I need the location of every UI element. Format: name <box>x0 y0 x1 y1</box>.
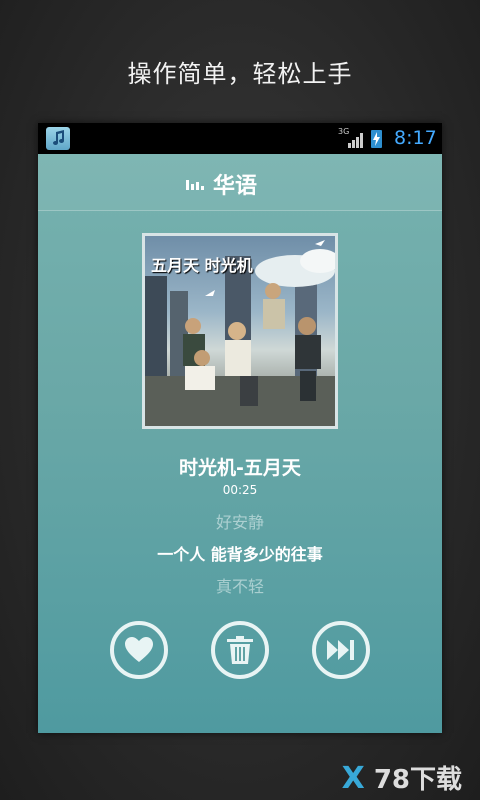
album-art-image: 五月天 时光机 <box>145 236 335 426</box>
promo-screen: 操作简单，轻松上手 3G 8:17 华语 五月天 时光机 时光机-五月天 00:… <box>0 0 480 800</box>
like-button[interactable] <box>110 621 168 679</box>
album-cover-title: 五月天 时光机 <box>151 256 253 275</box>
album-cover: 五月天 时光机 <box>142 233 338 429</box>
heart-icon <box>125 637 153 662</box>
next-track-button[interactable] <box>312 621 370 679</box>
watermark-logo-icon: X <box>341 761 365 796</box>
phone-screen: 3G 8:17 华语 五月天 时光机 时光机-五月天 00:25 好安静 一个人… <box>38 123 442 733</box>
watermark-text: 78下载 <box>373 765 462 795</box>
channel-title[interactable]: 华语 <box>213 168 257 200</box>
battery-icon <box>371 130 382 148</box>
channel-header: 华语 <box>38 154 442 211</box>
music-app-icon <box>46 127 70 150</box>
skip-next-icon <box>327 640 354 660</box>
elapsed-time: 00:25 <box>222 483 258 497</box>
status-bar: 3G 8:17 <box>38 123 442 154</box>
site-watermark: X 78下载 <box>342 759 462 796</box>
promo-caption: 操作简单，轻松上手 <box>127 60 353 88</box>
song-title: 时光机-五月天 <box>179 457 301 479</box>
trash-icon <box>227 636 253 664</box>
lyric-previous: 好安静 <box>215 513 264 532</box>
status-clock: 8:17 <box>394 127 437 149</box>
lyric-next: 真不轻 <box>215 577 264 596</box>
signal-icon <box>348 133 363 148</box>
equalizer-icon <box>186 180 204 190</box>
delete-button[interactable] <box>211 621 269 679</box>
lyric-current: 一个人 能背多少的往事 <box>157 545 323 564</box>
